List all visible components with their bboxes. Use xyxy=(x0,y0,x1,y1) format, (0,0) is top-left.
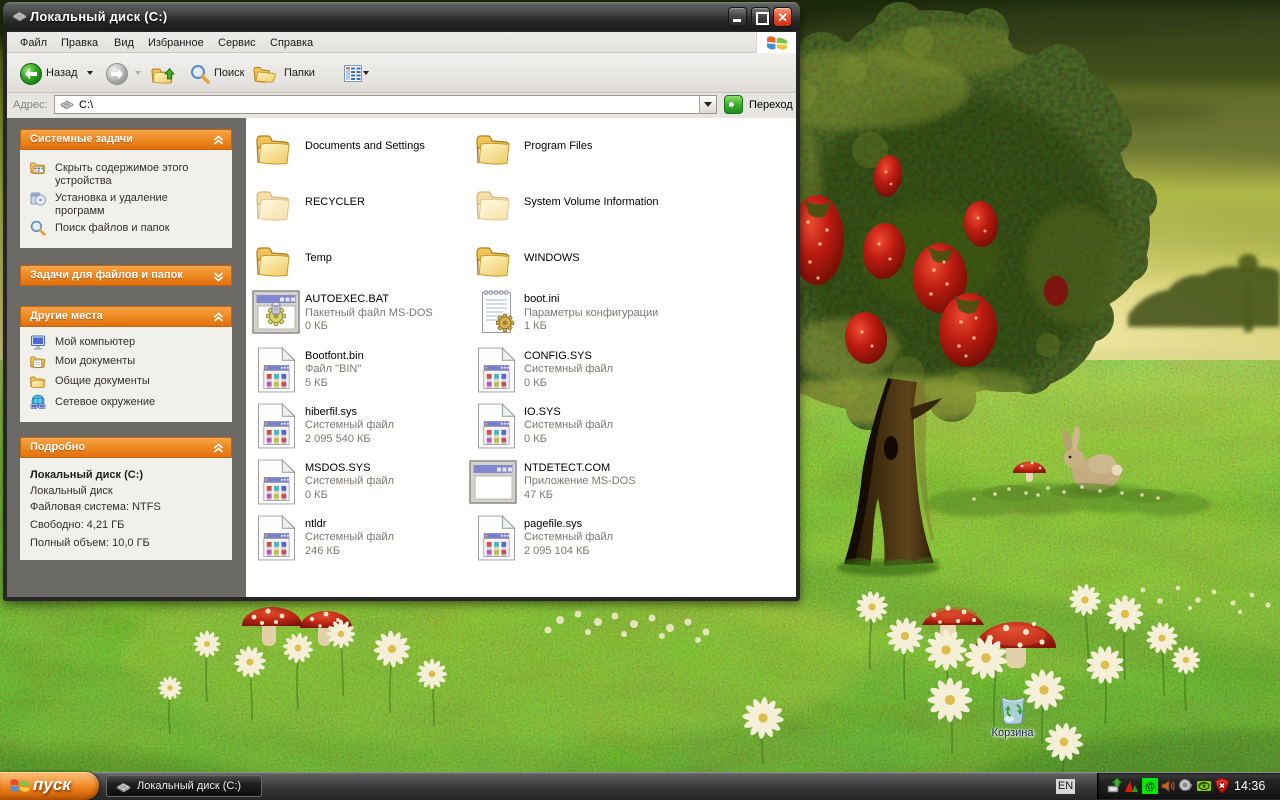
svg-text:@: @ xyxy=(1145,782,1155,793)
